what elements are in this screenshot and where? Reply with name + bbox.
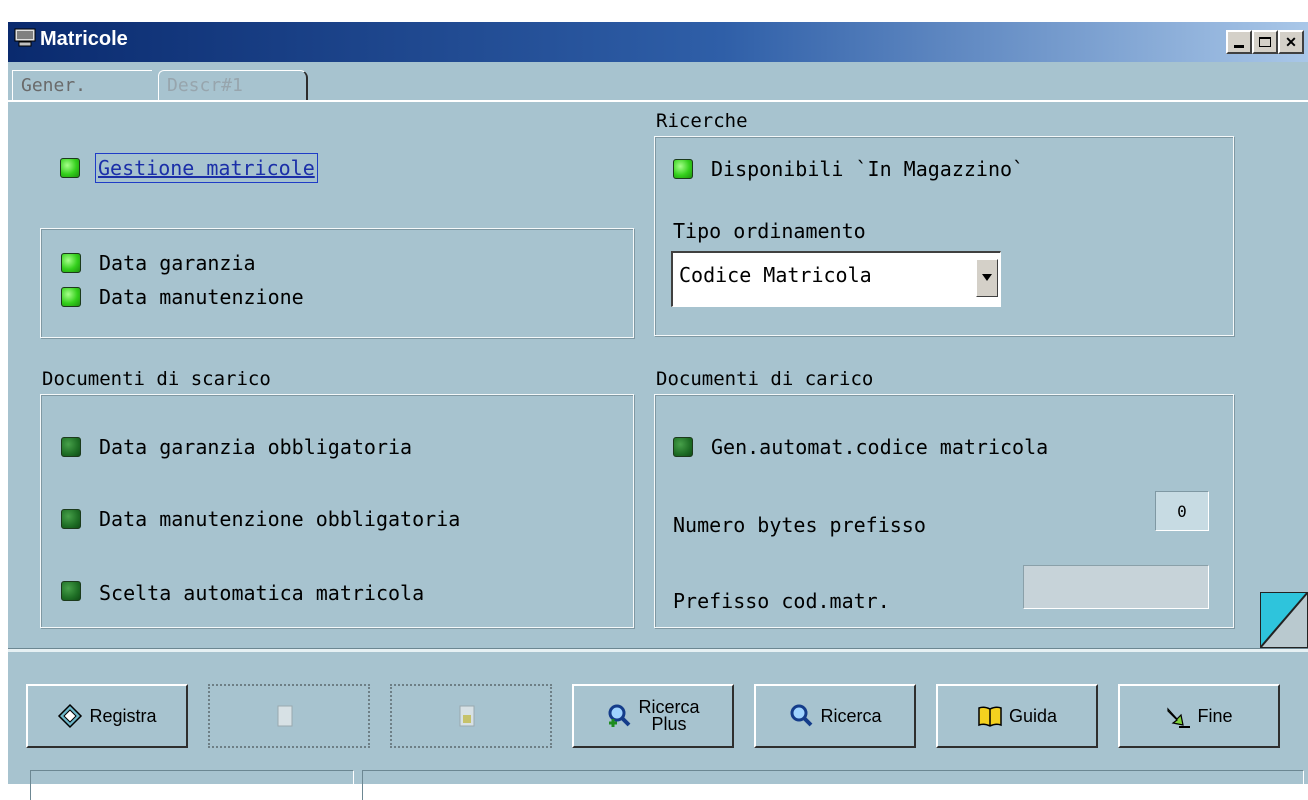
- chevron-down-icon: [982, 274, 992, 281]
- app-window: Matricole ✕ Gener. Descr#1 Gestione matr…: [8, 22, 1308, 800]
- fine-button[interactable]: Fine: [1118, 684, 1280, 748]
- tab-strip: Gener. Descr#1: [8, 62, 1308, 102]
- date-groupbox: Data garanzia Data manutenzione: [40, 228, 634, 338]
- save-diamond-icon: [58, 703, 83, 729]
- data-garanzia-label: Data garanzia: [99, 251, 256, 275]
- status-panel-right: [362, 770, 1304, 800]
- minimize-button[interactable]: [1226, 30, 1252, 54]
- disabled-button-2[interactable]: [390, 684, 552, 748]
- scarico-section-title: Documenti di scarico: [42, 368, 271, 390]
- led-on-icon: [61, 253, 81, 273]
- document-stamp-icon: [459, 705, 475, 727]
- tipo-ordinamento-select[interactable]: Codice Matricola: [671, 251, 1001, 307]
- data-manutenzione-label: Data manutenzione: [99, 285, 304, 309]
- document-icon: [277, 705, 293, 727]
- book-icon: [978, 706, 1002, 727]
- carico-section-title: Documenti di carico: [656, 368, 874, 390]
- gen-automat-label: Gen.automat.codice matricola: [711, 435, 1049, 459]
- magnifier-plus-icon: [608, 704, 631, 727]
- led-off-icon: [673, 437, 693, 457]
- toolbar-separator: [8, 648, 1308, 652]
- data-garanzia-obbl-label: Data garanzia obbligatoria: [99, 435, 413, 459]
- prefisso-label: Prefisso cod.matr.: [673, 589, 890, 613]
- guida-label: Guida: [1008, 705, 1058, 726]
- tab-gener[interactable]: Gener.: [12, 70, 152, 100]
- close-button[interactable]: ✕: [1278, 30, 1304, 54]
- window-title: Matricole: [40, 28, 128, 50]
- carico-groupbox: Gen.automat.codice matricola Numero byte…: [654, 394, 1234, 628]
- data-manutenzione-obbl-label: Data manutenzione obbligatoria: [99, 507, 461, 531]
- ricerca-plus-button[interactable]: Ricerca Plus: [572, 684, 734, 748]
- tab-divider: [8, 100, 1308, 102]
- scarico-groupbox: Data garanzia obbligatoria Data manutenz…: [40, 394, 634, 628]
- tab-descr1-label: Descr#1: [167, 75, 243, 96]
- led-off-icon: [61, 509, 81, 529]
- led-off-icon: [61, 581, 81, 601]
- prefisso-input[interactable]: [1023, 565, 1209, 609]
- fine-label: Fine: [1197, 705, 1233, 726]
- led-on-icon: [673, 159, 693, 179]
- ricerca-label: Ricerca: [820, 705, 882, 726]
- led-on-icon: [61, 287, 81, 307]
- tipo-ordinamento-value: Codice Matricola: [679, 263, 872, 287]
- ricerca-button[interactable]: Ricerca: [754, 684, 916, 748]
- scelta-automatica-label: Scelta automatica matricola: [99, 581, 425, 605]
- gestione-matricole-label: Gestione matricole: [95, 153, 318, 183]
- minimize-icon: [1234, 44, 1244, 48]
- disabled-button-1[interactable]: [208, 684, 370, 748]
- close-icon: ✕: [1285, 33, 1297, 50]
- maximize-icon: [1259, 37, 1271, 47]
- numero-bytes-label: Numero bytes prefisso: [673, 513, 926, 537]
- led-off-icon: [61, 437, 81, 457]
- title-bar[interactable]: Matricole ✕: [8, 22, 1308, 62]
- tab-descr1[interactable]: Descr#1: [158, 70, 308, 100]
- registra-button[interactable]: Registra: [26, 684, 188, 748]
- ricerche-section-title: Ricerche: [656, 110, 748, 132]
- registra-label: Registra: [89, 705, 157, 726]
- dropdown-button[interactable]: [976, 259, 998, 297]
- numero-bytes-input[interactable]: 0: [1155, 491, 1209, 531]
- ricerca-plus-label: Ricerca Plus: [638, 698, 699, 734]
- magnifier-icon: [790, 704, 813, 727]
- guida-button[interactable]: Guida: [936, 684, 1098, 748]
- ricerca-plus-label-line2: Plus: [651, 714, 687, 734]
- maximize-button[interactable]: [1252, 30, 1278, 54]
- exit-arrow-icon: [1167, 707, 1191, 728]
- disponibili-label: Disponibili `In Magazzino`: [711, 157, 1025, 181]
- led-on-icon: [60, 158, 80, 178]
- app-window-icon: [14, 28, 36, 47]
- ricerche-groupbox: Disponibili `In Magazzino` Tipo ordiname…: [654, 136, 1234, 336]
- tipo-ordinamento-label: Tipo ordinamento: [673, 219, 866, 243]
- corner-indicator-icon[interactable]: [1260, 592, 1308, 648]
- tab-gener-label: Gener.: [21, 75, 87, 96]
- status-panel-left: [30, 770, 354, 800]
